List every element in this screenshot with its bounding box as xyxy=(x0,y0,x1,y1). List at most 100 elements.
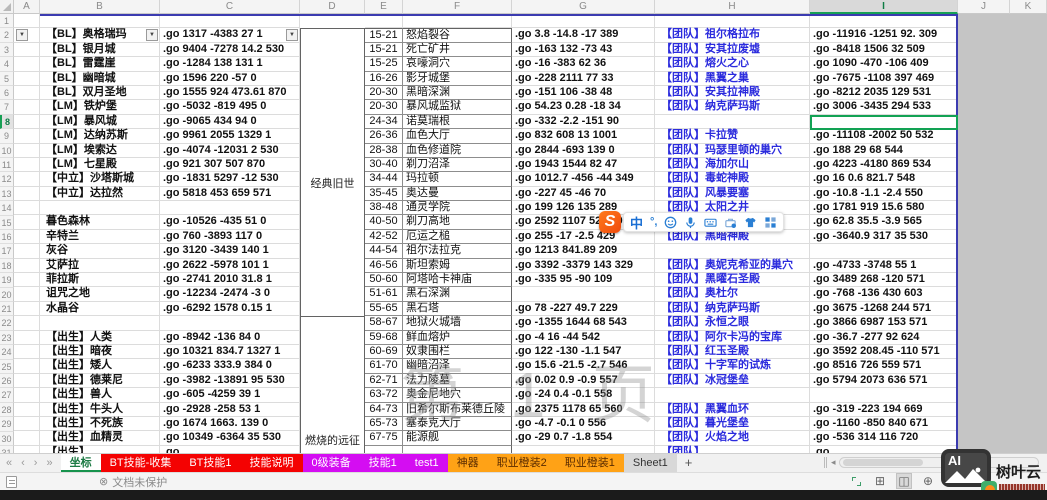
cell-city[interactable]: 艾萨拉 xyxy=(40,259,160,273)
cell-a[interactable] xyxy=(14,14,40,28)
add-sheet-button[interactable]: + xyxy=(677,454,701,472)
cell-raid[interactable]: 【团队】黑曜石圣殿 xyxy=(655,273,810,287)
row-header-19[interactable]: 19 xyxy=(0,273,14,287)
row-header-29[interactable]: 29 xyxy=(0,417,14,431)
sheet-tab-Sheet1[interactable]: Sheet1 xyxy=(624,454,677,472)
filter-dropdown-a[interactable]: ▼ xyxy=(16,29,28,41)
row-header-23[interactable]: 23 xyxy=(0,331,14,345)
cell-a[interactable] xyxy=(14,345,40,359)
cell-a[interactable] xyxy=(14,57,40,71)
column-header-D[interactable]: D xyxy=(300,0,365,14)
cell-dungeon[interactable]: 黑石深渊 xyxy=(403,287,512,301)
cell-city-coord[interactable]: .go -12234 -2474 -3 0 xyxy=(160,287,300,301)
cell-dungeon[interactable]: 厄运之槌 xyxy=(403,230,512,244)
ime-more-grid-icon[interactable] xyxy=(764,216,777,229)
cell-dungeon[interactable] xyxy=(403,14,512,28)
cell-dungeon[interactable]: 奥金尼地穴 xyxy=(403,388,512,402)
cell-dungeon[interactable]: 黑暗深渊 xyxy=(403,86,512,100)
cell-dungeon[interactable]: 血色大厅 xyxy=(403,129,512,143)
cell-raid-coord[interactable]: .go 5794 2073 636 571 xyxy=(810,374,958,388)
cell-a[interactable] xyxy=(14,388,40,402)
cell-level-range[interactable]: 50-60 xyxy=(365,273,403,287)
row-header-15[interactable]: 15 xyxy=(0,216,14,230)
cell-dungeon-coord[interactable] xyxy=(512,14,655,28)
cell-group-spacer[interactable] xyxy=(300,403,365,417)
sheet-nav-arrow-2[interactable]: › xyxy=(34,457,38,469)
row-header-1[interactable]: 1 xyxy=(0,14,14,28)
row-header-3[interactable]: 3 xyxy=(0,43,14,57)
cell-raid-coord[interactable]: .go 8516 726 559 571 xyxy=(810,359,958,373)
column-header-G[interactable]: G xyxy=(512,0,655,14)
cell-raid-coord[interactable]: .go 4223 -4180 869 534 xyxy=(810,158,958,172)
cell-dungeon-coord[interactable]: .go 1012.7 -456 -44 349 xyxy=(512,172,655,186)
cell-level-range[interactable]: 16-26 xyxy=(365,72,403,86)
cell-dungeon[interactable]: 幽暗沼泽 xyxy=(403,359,512,373)
cell-level-range[interactable]: 60-69 xyxy=(365,345,403,359)
cell-city[interactable]: 暮色森林 xyxy=(40,215,160,229)
row-header-2[interactable]: 2 xyxy=(0,28,14,42)
cell-a[interactable] xyxy=(14,43,40,57)
row-header-28[interactable]: 28 xyxy=(0,403,14,417)
column-header-J[interactable]: J xyxy=(958,0,1010,14)
cell-group-spacer[interactable] xyxy=(300,316,365,330)
cell-dungeon[interactable]: 诺莫瑞根 xyxy=(403,115,512,129)
cell-dungeon-coord[interactable]: .go -24 0.4 -0.1 558 xyxy=(512,388,655,402)
cell-city-coord[interactable]: .go -2741 2010 31.8 1 xyxy=(160,273,300,287)
sheet-nav-arrow-1[interactable]: ‹ xyxy=(21,457,25,469)
row-header-10[interactable]: 10 xyxy=(0,144,14,158)
row-header-13[interactable]: 13 xyxy=(0,187,14,201)
scroll-left-icon[interactable]: ◂ xyxy=(831,457,836,468)
cell-group-spacer[interactable] xyxy=(300,359,365,373)
cell-dungeon[interactable]: 通灵学院 xyxy=(403,201,512,215)
cell-a[interactable] xyxy=(14,331,40,345)
cell-raid[interactable]: 【团队】阿尔卡冯的宝库 xyxy=(655,331,810,345)
cell-dungeon[interactable]: 死亡矿井 xyxy=(403,43,512,57)
cell-raid-coord[interactable] xyxy=(810,244,958,258)
sheet-tab-神器[interactable]: 神器 xyxy=(448,454,488,472)
cell-raid-coord[interactable]: .go -319 -223 194 669 xyxy=(810,403,958,417)
cell-dungeon-coord[interactable]: .go 122 -130 -1.1 547 xyxy=(512,345,655,359)
cell-city-coord[interactable]: .go -605 -4259 39 1 xyxy=(160,388,300,402)
row-header-24[interactable]: 24 xyxy=(0,345,14,359)
cell-group-spacer[interactable] xyxy=(300,100,365,114)
cell-level-range[interactable]: 51-61 xyxy=(365,287,403,301)
ime-mic-icon[interactable] xyxy=(684,216,697,229)
row-header-21[interactable]: 21 xyxy=(0,302,14,316)
cell-raid-coord[interactable]: .go 188 29 68 544 xyxy=(810,144,958,158)
cell-raid[interactable] xyxy=(655,115,810,129)
cell-city[interactable]: 【出生】牛头人 xyxy=(40,403,160,417)
cell-raid[interactable] xyxy=(655,14,810,28)
cell-a[interactable] xyxy=(14,316,40,330)
cell-raid-coord[interactable] xyxy=(810,14,958,28)
cell-group-spacer[interactable] xyxy=(300,86,365,100)
cell-raid[interactable]: 【团队】安其拉废墟 xyxy=(655,43,810,57)
cell-group-spacer[interactable] xyxy=(300,273,365,287)
row-header-26[interactable]: 26 xyxy=(0,374,14,388)
cell-level-range[interactable]: 34-44 xyxy=(365,172,403,186)
cell-raid-coord[interactable] xyxy=(810,388,958,402)
select-all-corner[interactable] xyxy=(0,0,14,14)
cell-a[interactable] xyxy=(14,287,40,301)
row-header-7[interactable]: 7 xyxy=(0,100,14,114)
cell-dungeon[interactable]: 地狱火城墙 xyxy=(403,316,512,330)
cell-city-coord[interactable]: .go -1284 138 131 1 xyxy=(160,57,300,71)
cell-raid[interactable]: 【团队】火焰之地 xyxy=(655,431,810,445)
ime-skin-icon[interactable] xyxy=(744,216,757,229)
cell-city-coord[interactable]: .go -8942 -136 84 0 xyxy=(160,331,300,345)
row-header-16[interactable]: 16 xyxy=(0,230,14,244)
filter-dropdown-c[interactable]: ▼ xyxy=(286,29,298,41)
cell-dungeon[interactable]: 哀嚎洞穴 xyxy=(403,57,512,71)
cell-group-spacer[interactable] xyxy=(300,244,365,258)
cell-dungeon-coord[interactable]: .go -4 16 -44 542 xyxy=(512,331,655,345)
cell-raid-coord[interactable]: .go 1781 919 15.6 580 xyxy=(810,201,958,215)
cell-dungeon-coord[interactable]: .go -163 132 -73 43 xyxy=(512,43,655,57)
cell-dungeon-coord[interactable]: .go -29 0.7 -1.8 554 xyxy=(512,431,655,445)
cell-city-coord[interactable]: .go -2928 -258 53 1 xyxy=(160,403,300,417)
ime-punctuation-icon[interactable]: °, xyxy=(650,216,657,229)
cell-level-range[interactable]: 15-21 xyxy=(365,28,403,42)
cell-city-coord[interactable]: .go -9065 434 94 0 xyxy=(160,115,300,129)
cell-raid[interactable]: 【团队】纳克萨玛斯 xyxy=(655,302,810,316)
sheet-tab-0级装备[interactable]: 0级装备 xyxy=(303,454,360,472)
cell-dungeon[interactable]: 影牙城堡 xyxy=(403,72,512,86)
cell-city-coord[interactable]: .go 10349 -6364 35 530 xyxy=(160,431,300,445)
